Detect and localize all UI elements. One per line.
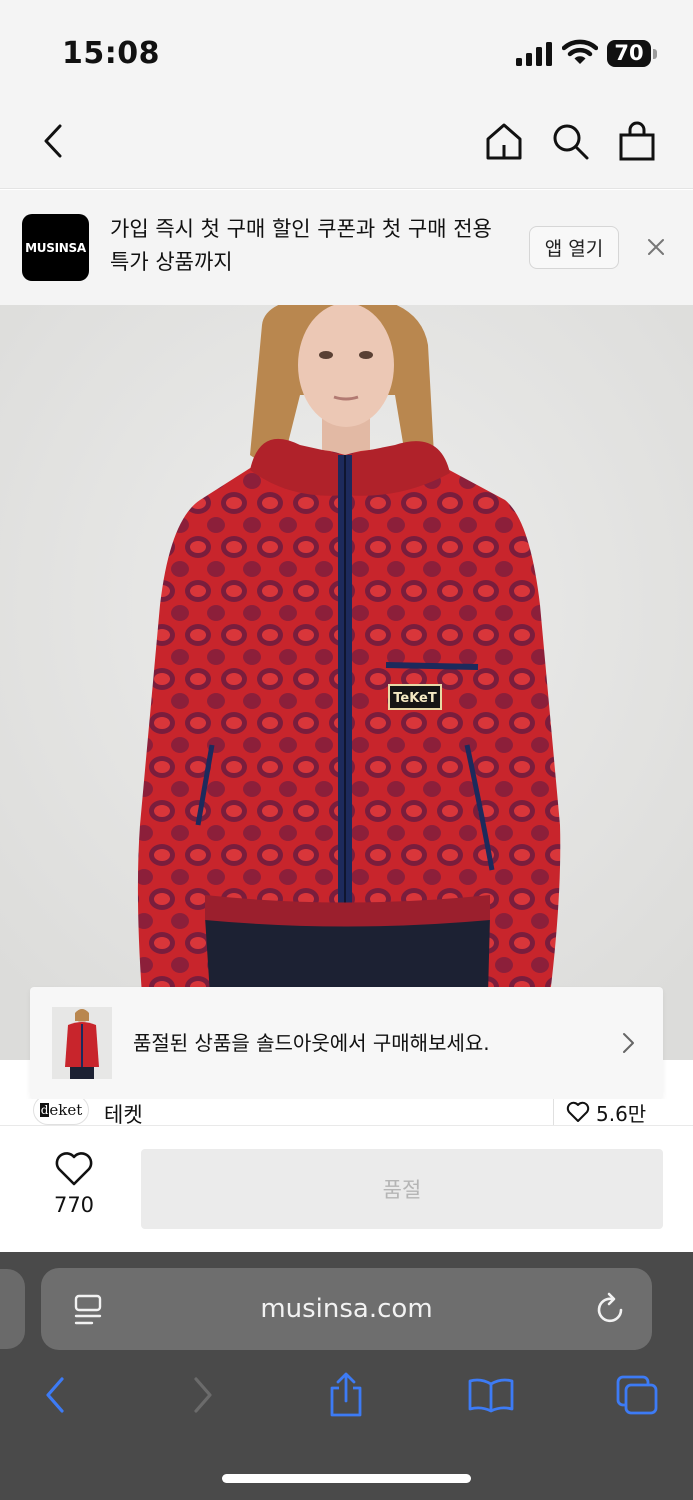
close-icon[interactable] [640, 231, 672, 263]
bag-icon [619, 121, 655, 161]
brand-logo-text: eket [49, 1101, 83, 1119]
toast-message: 품절된 상품을 솔드아웃에서 구매해보세요. [133, 1031, 490, 1055]
top-navigation [0, 100, 693, 189]
reload-icon[interactable] [595, 1292, 627, 1326]
heart-icon [566, 1101, 590, 1122]
battery-indicator: 70 [607, 40, 657, 68]
brand-like-count: 5.6만 [596, 1101, 647, 1126]
back-icon [44, 124, 62, 158]
svg-text:TeKeT: TeKeT [393, 691, 437, 706]
wifi-icon [562, 39, 598, 64]
brand-logo-mark: d [39, 1103, 50, 1117]
toast-thumbnail [52, 1007, 112, 1079]
soldout-button[interactable]: 품절 [141, 1149, 663, 1229]
status-bar: 15:08 70 [0, 0, 693, 100]
banner-message: 가입 즉시 첫 구매 할인 쿠폰과 첫 구매 전용 특가 상품까지 [110, 217, 492, 274]
purchase-bar: 770 품절 [0, 1127, 693, 1252]
chevron-right-icon [623, 1033, 634, 1053]
brand-row: d eket 테켓 5.6만 [0, 1099, 693, 1126]
battery-tip [653, 49, 657, 59]
product-like-button[interactable]: 770 [40, 1151, 108, 1223]
address-bar[interactable]: musinsa.com [41, 1268, 652, 1350]
bookmarks-icon [468, 1378, 514, 1413]
soldout-promo-toast[interactable]: 품절된 상품을 솔드아웃에서 구매해보세요. [30, 987, 663, 1099]
open-app-button[interactable]: 앱 열기 [529, 226, 619, 269]
app-install-banner: MUSINSA 가입 즉시 첫 구매 할인 쿠폰과 첫 구매 전용 특가 상품까… [0, 190, 693, 305]
product-photo: TeKeT [0, 305, 693, 1060]
home-icon [486, 123, 522, 160]
browser-forward-button[interactable] [178, 1370, 228, 1420]
like-count: 770 [53, 1193, 95, 1217]
brand-logo[interactable]: d eket [33, 1099, 89, 1125]
search-button[interactable] [547, 118, 593, 164]
back-button[interactable] [30, 118, 76, 164]
home-button[interactable] [481, 118, 527, 164]
status-time: 15:08 [62, 36, 160, 71]
brand-name[interactable]: 테켓 [104, 1099, 143, 1125]
home-indicator[interactable] [222, 1474, 471, 1483]
product-image[interactable]: TeKeT [0, 305, 693, 1060]
heart-icon [55, 1152, 93, 1186]
back-icon [46, 1377, 64, 1413]
cart-button[interactable] [614, 118, 660, 164]
tabs-icon [616, 1375, 658, 1415]
signal-icon [516, 42, 552, 66]
browser-toolbar: musinsa.com [0, 1252, 693, 1500]
brand-like-button[interactable]: 5.6만 [553, 1099, 647, 1126]
url-text: musinsa.com [260, 1294, 433, 1324]
bookmarks-button[interactable] [466, 1370, 516, 1420]
share-icon [330, 1372, 362, 1417]
battery-level: 70 [607, 40, 651, 67]
tabs-button[interactable] [612, 1370, 662, 1420]
forward-icon [194, 1377, 212, 1413]
search-icon [553, 124, 589, 160]
share-button[interactable] [321, 1370, 371, 1420]
musinsa-logo: MUSINSA [22, 214, 89, 281]
previous-tab-edge[interactable] [0, 1269, 25, 1349]
browser-back-button[interactable] [30, 1370, 80, 1420]
